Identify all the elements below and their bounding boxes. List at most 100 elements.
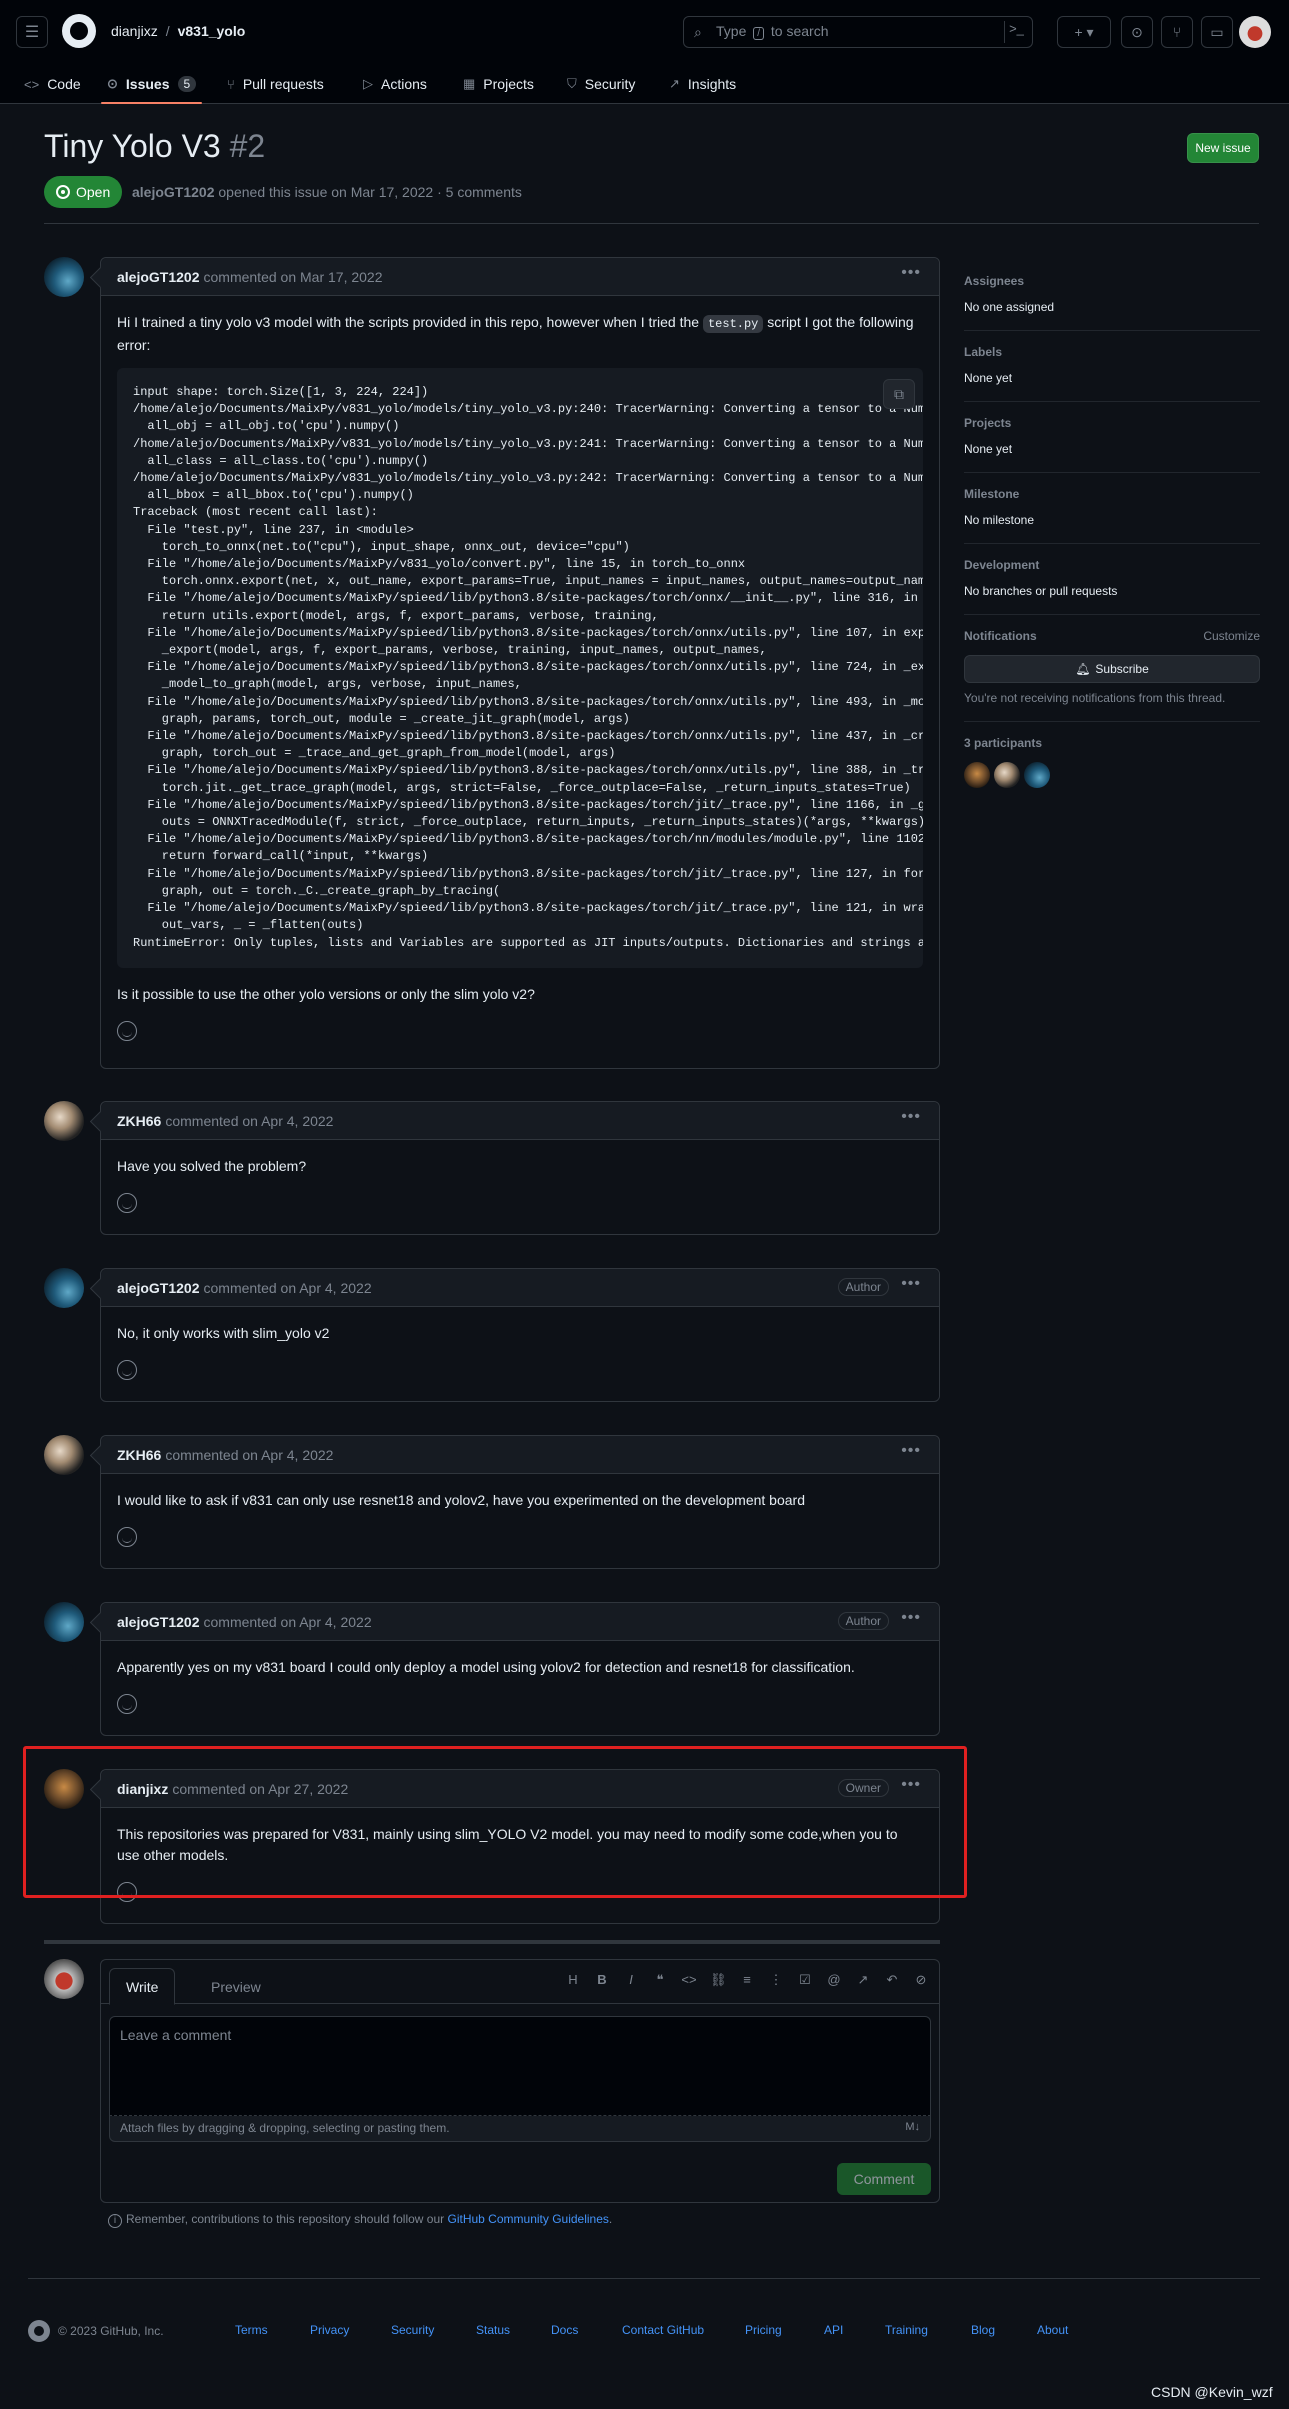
attach-files-bar[interactable]: Attach files by dragging & dropping, sel… — [109, 2116, 931, 2142]
tab-write[interactable]: Write — [109, 1968, 176, 2005]
pull-requests-button[interactable]: ⑂ — [1161, 16, 1193, 48]
footer-link-pricing[interactable]: Pricing — [745, 2323, 782, 2337]
kebab-horizontal-icon[interactable]: ••• — [901, 1442, 921, 1460]
avatar[interactable] — [44, 1435, 84, 1475]
kebab-horizontal-icon[interactable]: ••• — [901, 1609, 921, 1627]
italic-icon[interactable]: I — [623, 1972, 639, 1988]
owner-link[interactable]: dianjixz — [111, 23, 158, 39]
smiley-icon[interactable] — [117, 1193, 137, 1213]
participant-avatar[interactable] — [1024, 762, 1050, 788]
issues-button[interactable]: ⊙ — [1121, 16, 1153, 48]
user-avatar[interactable] — [1239, 16, 1271, 48]
smiley-icon[interactable] — [117, 1360, 137, 1380]
heading-icon[interactable]: H — [565, 1972, 581, 1988]
issue-number: #2 — [229, 128, 266, 164]
comment-date[interactable]: commented on Apr 4, 2022 — [165, 1447, 333, 1463]
issue-opened-icon: ⊙ — [107, 76, 118, 91]
kebab-horizontal-icon[interactable]: ••• — [901, 264, 921, 282]
inbox-icon: ▭ — [1210, 23, 1224, 40]
comment-author[interactable]: alejoGT1202 — [117, 269, 200, 285]
avatar[interactable] — [44, 1101, 84, 1141]
comment-textarea[interactable]: Leave a comment — [109, 2016, 931, 2116]
slash-command-icon[interactable]: ⊘ — [913, 1972, 929, 1988]
comment-paragraph: Apparently yes on my v831 board I could … — [117, 1659, 855, 1675]
shield-icon: ⛉ — [567, 76, 577, 91]
command-palette-icon[interactable]: >_ — [1004, 21, 1028, 43]
footer-link-security[interactable]: Security — [391, 2323, 434, 2337]
footer-link-contact[interactable]: Contact GitHub — [622, 2323, 704, 2337]
code-icon[interactable]: <> — [681, 1972, 697, 1988]
participant-avatar[interactable] — [994, 762, 1020, 788]
comment-body: Apparently yes on my v831 board I could … — [101, 1641, 939, 1694]
tab-security[interactable]: ⛉ Security — [567, 72, 635, 96]
avatar[interactable] — [44, 1268, 84, 1308]
tab-actions[interactable]: ▷ Actions — [363, 72, 427, 96]
subscribe-button[interactable]: 🔔︎ Subscribe — [964, 655, 1260, 683]
footer-link-blog[interactable]: Blog — [971, 2323, 995, 2337]
assignees-section[interactable]: Assignees No one assigned — [964, 260, 1260, 331]
link-icon[interactable]: ⛓ — [710, 1972, 727, 1988]
new-issue-button[interactable]: New issue — [1187, 133, 1259, 163]
footer-link-training[interactable]: Training — [885, 2323, 928, 2337]
avatar[interactable] — [44, 1602, 84, 1642]
repo-link[interactable]: v831_yolo — [178, 23, 246, 39]
github-logo-icon[interactable] — [28, 2320, 50, 2342]
smiley-icon[interactable] — [117, 1694, 137, 1714]
ordered-list-icon[interactable]: ⋮ — [768, 1972, 784, 1988]
comment-button[interactable]: Comment — [837, 2163, 931, 2195]
comment-author[interactable]: alejoGT1202 — [117, 1280, 200, 1296]
comment-date[interactable]: commented on Apr 4, 2022 — [165, 1113, 333, 1129]
labels-section[interactable]: Labels None yet — [964, 331, 1260, 402]
table-icon: ▦ — [463, 76, 476, 91]
footer-link-status[interactable]: Status — [476, 2323, 510, 2337]
kebab-horizontal-icon[interactable]: ••• — [901, 1108, 921, 1126]
smiley-icon[interactable] — [117, 1021, 137, 1041]
participant-avatar[interactable] — [964, 762, 990, 788]
comment-author[interactable]: ZKH66 — [117, 1447, 161, 1463]
create-new-button[interactable]: + ▾ — [1057, 16, 1111, 48]
comment-author[interactable]: ZKH66 — [117, 1113, 161, 1129]
footer-link-terms[interactable]: Terms — [235, 2323, 268, 2337]
kebab-horizontal-icon[interactable]: ••• — [901, 1275, 921, 1293]
quote-icon[interactable]: ❝ — [652, 1972, 668, 1988]
comment-date[interactable]: commented on Apr 4, 2022 — [204, 1280, 372, 1296]
remember-suffix: . — [608, 2212, 613, 2226]
bold-icon[interactable]: B — [594, 1972, 610, 1988]
milestone-section[interactable]: Milestone No milestone — [964, 473, 1260, 544]
tab-projects[interactable]: ▦ Projects — [463, 72, 534, 96]
tab-preview[interactable]: Preview — [195, 1968, 277, 2005]
task-list-icon[interactable]: ☑ — [797, 1972, 813, 1988]
mention-icon[interactable]: @ — [826, 1972, 842, 1988]
development-section[interactable]: Development No branches or pull requests — [964, 544, 1260, 615]
github-logo-icon[interactable] — [62, 14, 96, 48]
tab-pull-requests[interactable]: ⑂ Pull requests — [227, 72, 324, 96]
comment-date[interactable]: commented on Apr 4, 2022 — [204, 1614, 372, 1630]
search-input[interactable]: ⌕ Type / to search >_ — [683, 16, 1033, 48]
comment-author[interactable]: alejoGT1202 — [117, 1614, 200, 1630]
community-guidelines-link[interactable]: GitHub Community Guidelines — [448, 2212, 609, 2226]
breadcrumb-separator: / — [165, 23, 170, 39]
footer-link-privacy[interactable]: Privacy — [310, 2323, 349, 2337]
comment: alejoGT1202 commented on Mar 17, 2022 ••… — [100, 257, 940, 1069]
menu-button[interactable]: ☰ — [16, 16, 48, 48]
unordered-list-icon[interactable]: ≡ — [739, 1972, 755, 1988]
footer-link-about[interactable]: About — [1037, 2323, 1068, 2337]
footer-link-api[interactable]: API — [824, 2323, 843, 2337]
reply-icon[interactable]: ↶ — [884, 1972, 900, 1988]
smiley-icon[interactable] — [117, 1527, 137, 1547]
tab-issues[interactable]: ⊙ Issues 5 — [100, 72, 203, 104]
avatar[interactable] — [44, 1959, 84, 1999]
guidelines-note: i Remember, contributions to this reposit… — [108, 2212, 612, 2228]
issue-author-link[interactable]: alejoGT1202 — [132, 184, 215, 200]
tab-insights[interactable]: ↗ Insights — [669, 72, 736, 96]
copy-icon[interactable]: ⧉ — [883, 379, 915, 409]
cross-reference-icon[interactable]: ↗ — [855, 1972, 871, 1988]
inbox-button[interactable]: ▭ — [1201, 16, 1233, 48]
projects-section[interactable]: Projects None yet — [964, 402, 1260, 473]
tab-code[interactable]: <> Code — [24, 72, 81, 96]
comment-date[interactable]: commented on Mar 17, 2022 — [204, 269, 383, 285]
customize-link[interactable]: Customize — [1203, 629, 1260, 643]
footer-link-docs[interactable]: Docs — [551, 2323, 578, 2337]
section-value: None yet — [964, 442, 1013, 456]
avatar[interactable] — [44, 257, 84, 297]
